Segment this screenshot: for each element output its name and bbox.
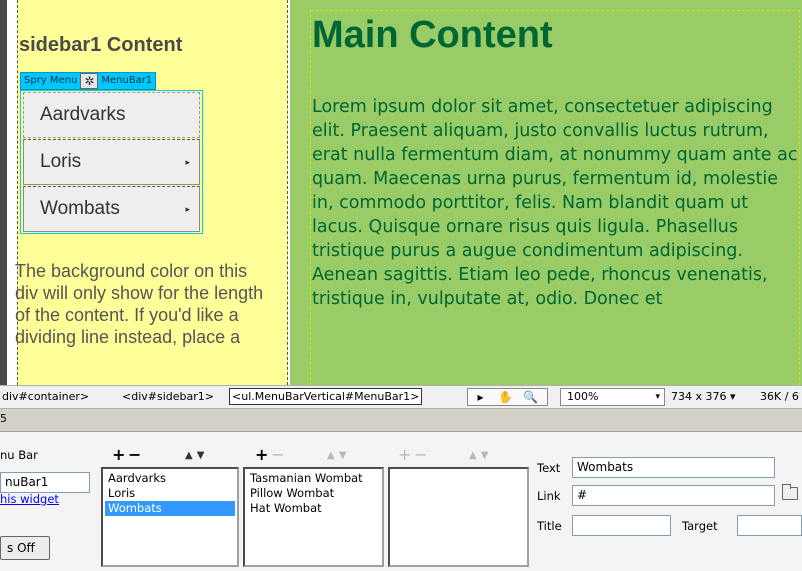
list-item[interactable]: Aardvarks <box>105 471 235 486</box>
add-item-level3-button[interactable]: + <box>398 447 411 463</box>
target-label: Target <box>682 519 718 533</box>
add-item-level2-button[interactable]: + <box>255 447 268 463</box>
spry-menu-tab[interactable]: Spry Menu ✲ MenuBar1 <box>20 72 157 90</box>
title-field[interactable] <box>572 515 671 536</box>
menu-level1-list: Aardvarks Loris Wombats <box>101 467 239 567</box>
properties-panel-header[interactable]: 5 <box>0 409 802 432</box>
spry-menu-bar: Aardvarks Loris ▸ Wombats ▸ <box>20 90 203 234</box>
view-tools: ▸ ✋ 🔍 <box>467 388 548 406</box>
sidebar-title: sidebar1 Content <box>19 34 183 56</box>
link-label: Link <box>537 489 561 503</box>
move-down-icon[interactable]: ▼ <box>481 450 493 461</box>
list-item[interactable]: Loris <box>105 486 235 501</box>
design-view: sidebar1 Content Spry Menu ✲ MenuBar1 Aard… <box>0 0 802 385</box>
reorder-level3-buttons: ▲▼ <box>469 450 492 461</box>
panel-header-text: 5 <box>0 412 7 425</box>
zoom-value: 100% <box>567 390 599 403</box>
submenu-arrow-icon: ▸ <box>185 204 190 214</box>
main-title: Main Content <box>312 14 553 56</box>
list-item[interactable]: Pillow Wombat <box>247 486 380 501</box>
sidebar-text: The background color on this div will on… <box>15 261 264 347</box>
customize-widget-link[interactable]: his widget <box>0 492 59 506</box>
target-field[interactable] <box>737 515 802 536</box>
turn-styles-off-button[interactable]: s Off <box>0 536 50 560</box>
design-view-edge <box>0 0 7 385</box>
spry-tab-prefix: Spry Menu <box>24 75 78 86</box>
menu-item-label: Aardvarks <box>40 104 126 125</box>
title-label: Title <box>537 519 562 533</box>
link-field[interactable]: # <box>572 485 775 506</box>
window-size-select[interactable]: 734 x 376 ▾ <box>671 390 736 403</box>
text-field[interactable]: Wombats <box>572 457 775 478</box>
reorder-level2-buttons: ▲▼ <box>327 450 350 461</box>
remove-item-level1-button[interactable]: − <box>128 447 141 463</box>
chevron-down-icon: ▾ <box>655 392 660 402</box>
menu-item-loris[interactable]: Loris ▸ <box>23 139 200 185</box>
menu-level2-list: Tasmanian Wombat Pillow Wombat Hat Womba… <box>243 467 384 567</box>
list-item-selected[interactable]: Wombats <box>105 501 235 516</box>
move-up-icon[interactable]: ▲ <box>469 450 481 461</box>
move-up-icon[interactable]: ▲ <box>185 450 197 461</box>
tag-selector-status-bar: div#container> <div#sidebar1> <ul.MenuBa… <box>0 385 802 409</box>
file-size-readout: 36K / 6 sec <box>760 390 802 403</box>
text-label: Text <box>537 461 561 475</box>
add-item-level1-button[interactable]: + <box>112 447 125 463</box>
main-text: Lorem ipsum dolor sit amet, consectetuer… <box>312 97 798 309</box>
menu-item-wombats[interactable]: Wombats ▸ <box>23 186 200 232</box>
gear-icon: ✲ <box>80 73 99 89</box>
select-tool-icon[interactable]: ▸ <box>468 389 493 405</box>
widget-type-label: nu Bar <box>0 448 38 462</box>
breadcrumb-sidebar1[interactable]: <div#sidebar1> <box>122 390 214 403</box>
menu-item-label: Loris <box>40 151 82 172</box>
remove-item-level2-button[interactable]: − <box>271 447 284 463</box>
breadcrumb-container[interactable]: div#container> <box>2 390 89 403</box>
menu-level3-list[interactable] <box>388 467 529 567</box>
spry-tab-name: MenuBar1 <box>101 75 153 86</box>
zoom-select[interactable]: 100% ▾ <box>560 388 665 406</box>
move-down-icon[interactable]: ▼ <box>339 450 351 461</box>
menu-item-aardvarks[interactable]: Aardvarks <box>23 92 200 138</box>
main-content: Main Content Lorem ipsum dolor sit amet,… <box>290 0 802 385</box>
list-item[interactable]: Tasmanian Wombat <box>247 471 380 486</box>
menu-item-label: Wombats <box>40 198 120 219</box>
list-item[interactable]: Hat Wombat <box>247 501 380 516</box>
remove-item-level3-button[interactable]: − <box>414 447 427 463</box>
browse-folder-icon[interactable] <box>782 484 798 500</box>
hand-tool-icon[interactable]: ✋ <box>493 389 518 405</box>
breadcrumb-menubar1[interactable]: <ul.MenuBarVertical#MenuBar1> <box>229 388 423 405</box>
zoom-tool-icon[interactable]: 🔍 <box>518 389 543 405</box>
submenu-arrow-icon: ▸ <box>185 157 190 167</box>
move-up-icon[interactable]: ▲ <box>327 450 339 461</box>
properties-panel: nu Bar nuBar1 his widget s Off + − ▲▼ + … <box>0 432 802 571</box>
widget-name-field[interactable]: nuBar1 <box>0 472 90 493</box>
move-down-icon[interactable]: ▼ <box>197 450 209 461</box>
reorder-level1-buttons: ▲▼ <box>185 450 208 461</box>
